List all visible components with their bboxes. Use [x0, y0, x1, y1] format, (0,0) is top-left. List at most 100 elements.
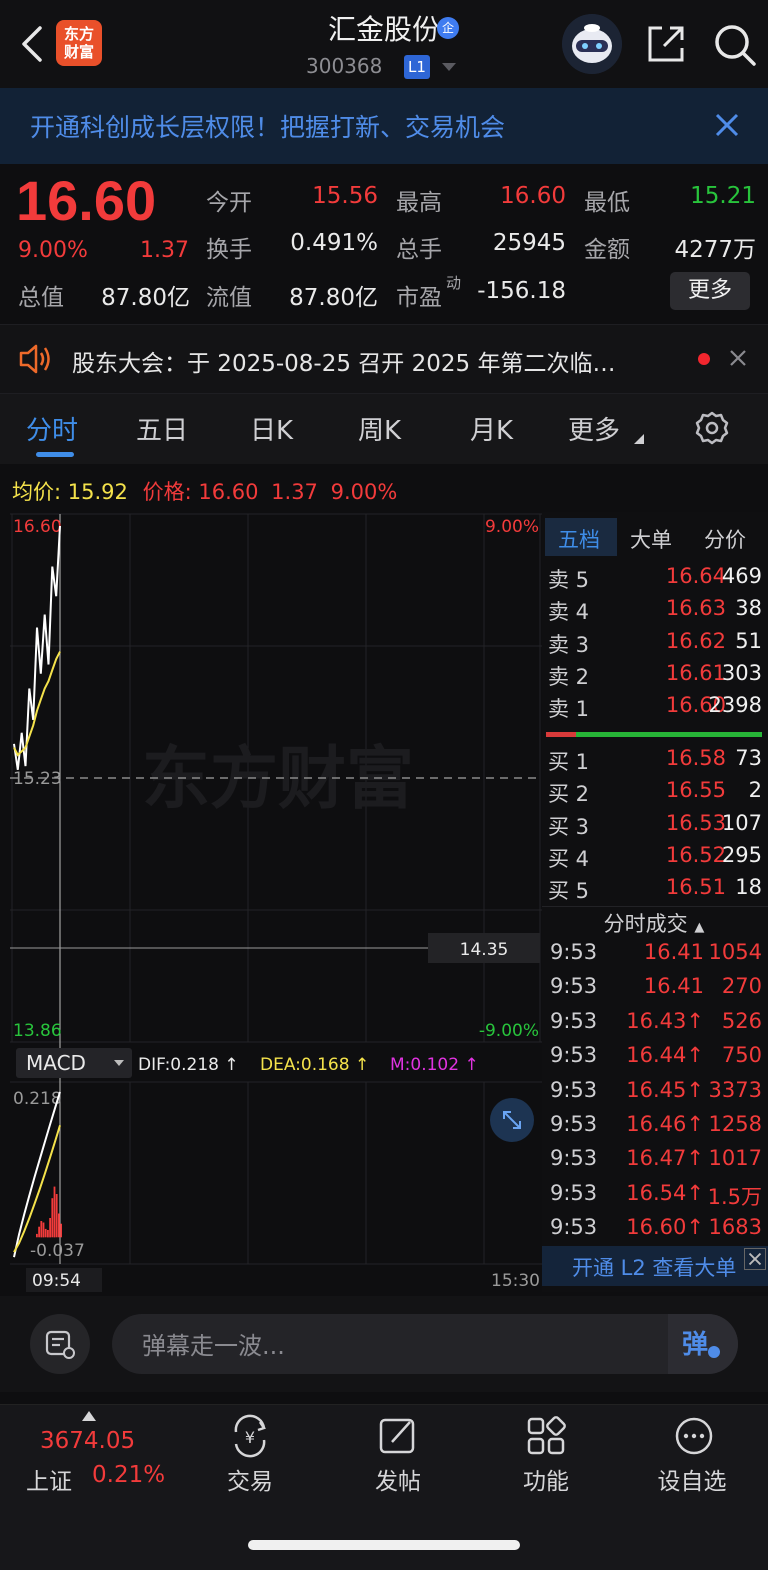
functions-grid-icon[interactable]	[524, 1414, 568, 1458]
tick-time: 9:53	[550, 1077, 598, 1102]
tab-weekly-k[interactable]: 周K	[358, 410, 401, 447]
promo-text[interactable]: 开通科创成长层权限！把握打新、交易机会	[30, 108, 505, 144]
l2-upsell-text[interactable]: 开通 L2 查看大单	[572, 1252, 736, 1282]
active-tab-indicator	[36, 452, 74, 457]
index-value[interactable]: 3674.05	[40, 1428, 135, 1454]
level-label: 买 4	[548, 846, 590, 871]
tab-big-orders[interactable]: 大单	[630, 524, 672, 554]
tick-vol: 1258	[708, 1112, 762, 1136]
post-icon[interactable]	[376, 1414, 420, 1458]
level-label: 买 5	[548, 879, 590, 904]
ask-row[interactable]: 卖 1 16.60 2398	[546, 693, 762, 725]
tab-price-dist[interactable]: 分价	[704, 524, 746, 554]
y-tick-top: 16.60	[13, 517, 62, 537]
intraday-chart[interactable]: 东方财富 14.35 16.60 15.23 13.86 9.00% -9.00…	[10, 512, 542, 1292]
tick-vol: 1017	[708, 1146, 762, 1171]
tick-row[interactable]: 9:53 16.44↑ 750	[548, 1043, 764, 1077]
ask-row[interactable]: 卖 2 16.61 303	[546, 661, 762, 693]
bid-row[interactable]: 买 5 16.51 18	[546, 875, 762, 907]
level-volume: 73	[735, 746, 762, 770]
open-value: 15.56	[312, 183, 378, 209]
ticks-title[interactable]: 分时成交 ▲	[546, 908, 762, 938]
level-label: 卖 4	[548, 600, 590, 625]
more-dots-icon[interactable]	[672, 1414, 716, 1458]
last-price: 16.60	[16, 169, 157, 232]
announcement-text[interactable]: 股东大会：于 2025-08-25 召开 2025 年第二次临…	[72, 344, 615, 378]
level-volume: 303	[721, 660, 762, 685]
macd-series	[13, 1091, 62, 1258]
tick-row[interactable]: 9:53 16.41 1054	[548, 940, 764, 974]
macd-bar	[53, 1186, 56, 1238]
tick-time: 9:53	[550, 1112, 598, 1136]
tick-row[interactable]: 9:53 16.43↑ 526	[548, 1009, 764, 1043]
close-icon[interactable]	[712, 110, 742, 140]
change-amount: 1.37	[140, 238, 189, 263]
tick-time: 9:53	[550, 1008, 598, 1033]
nav-trade[interactable]: 交易	[190, 1462, 310, 1496]
index-name[interactable]: 上证	[26, 1462, 72, 1496]
close-icon[interactable]	[744, 1248, 766, 1270]
robot-assistant-icon[interactable]	[562, 14, 622, 74]
svg-text:¥: ¥	[245, 1428, 255, 1447]
low-label: 最低	[584, 190, 630, 216]
tick-price: 16.60↑	[626, 1215, 704, 1240]
avg-value: 15.92	[67, 480, 128, 504]
macd-label[interactable]: MACD	[26, 1051, 86, 1075]
tick-row[interactable]: 9:53 16.60↑ 1683	[548, 1215, 764, 1249]
comment-list-icon[interactable]	[44, 1328, 76, 1360]
tab-daily-k[interactable]: 日K	[250, 410, 293, 447]
gear-icon[interactable]	[694, 410, 730, 446]
danmu-button-label[interactable]: 弹	[682, 1324, 708, 1361]
level-label: 买 3	[548, 814, 590, 839]
collapse-up-icon[interactable]: ▲	[694, 920, 704, 935]
tick-price: 16.54↑	[626, 1180, 704, 1205]
level-badge[interactable]: L1	[404, 55, 430, 79]
pe-value: -156.18	[477, 278, 566, 304]
amount-value: 4277万	[674, 237, 756, 263]
nav-add-watchlist[interactable]: 设自选	[632, 1462, 752, 1496]
ask-row[interactable]: 卖 3 16.62 51	[546, 629, 762, 661]
amount-label: 金额	[584, 237, 630, 263]
bid-row[interactable]: 买 4 16.52 295	[546, 843, 762, 875]
tab-more[interactable]: 更多	[568, 410, 620, 447]
level-label: 买 2	[548, 782, 590, 807]
stock-code: 300368	[306, 54, 383, 78]
bid-row[interactable]: 买 2 16.55 2	[546, 778, 762, 810]
ticks-title-label: 分时成交	[603, 912, 688, 936]
ask-row[interactable]: 卖 4 16.63 38	[546, 596, 762, 628]
tick-time: 9:53	[550, 940, 598, 964]
nav-post[interactable]: 发帖	[338, 1462, 458, 1496]
bid-row[interactable]: 买 1 16.58 73	[546, 746, 762, 778]
trade-icon[interactable]: ¥	[228, 1414, 272, 1458]
tick-row[interactable]: 9:53 16.54↑ 1.5万	[548, 1181, 764, 1215]
tick-row[interactable]: 9:53 16.45↑ 3373	[548, 1078, 764, 1112]
tick-time: 9:53	[550, 974, 598, 999]
tab-five-day[interactable]: 五日	[136, 410, 188, 447]
share-icon[interactable]	[644, 22, 688, 66]
tick-price: 16.41	[643, 940, 704, 964]
nav-functions[interactable]: 功能	[486, 1462, 606, 1496]
bid-row[interactable]: 买 3 16.53 107	[546, 811, 762, 843]
tab-intraday[interactable]: 分时	[26, 410, 78, 447]
more-quote-button[interactable]: 更多	[670, 272, 750, 310]
tab-five-levels[interactable]: 五档	[558, 524, 600, 554]
time-tick-start: 09:54	[32, 1271, 81, 1291]
ask-row[interactable]: 卖 5 16.64 469	[546, 564, 762, 596]
index-pct[interactable]: 0.21%	[92, 1462, 165, 1488]
tick-row[interactable]: 9:53 16.41 270	[548, 974, 764, 1008]
tab-monthly-k[interactable]: 月K	[470, 410, 513, 447]
comment-placeholder[interactable]: 弹幕走一波...	[142, 1326, 285, 1361]
turnover-value: 0.491%	[290, 230, 378, 256]
level-label: 卖 3	[548, 632, 590, 657]
divider	[542, 906, 768, 907]
macd-bar	[36, 1233, 38, 1238]
search-icon[interactable]	[712, 22, 758, 68]
macd-tick-bottom: -0.037	[30, 1241, 85, 1261]
turnover-label: 换手	[206, 237, 252, 263]
low-value: 15.21	[690, 183, 756, 209]
close-icon[interactable]	[728, 348, 748, 368]
dropdown-triangle-icon[interactable]	[442, 63, 456, 71]
tick-row[interactable]: 9:53 16.46↑ 1258	[548, 1112, 764, 1146]
tick-row[interactable]: 9:53 16.47↑ 1017	[548, 1146, 764, 1180]
mktcap-value: 87.80亿	[101, 285, 190, 311]
